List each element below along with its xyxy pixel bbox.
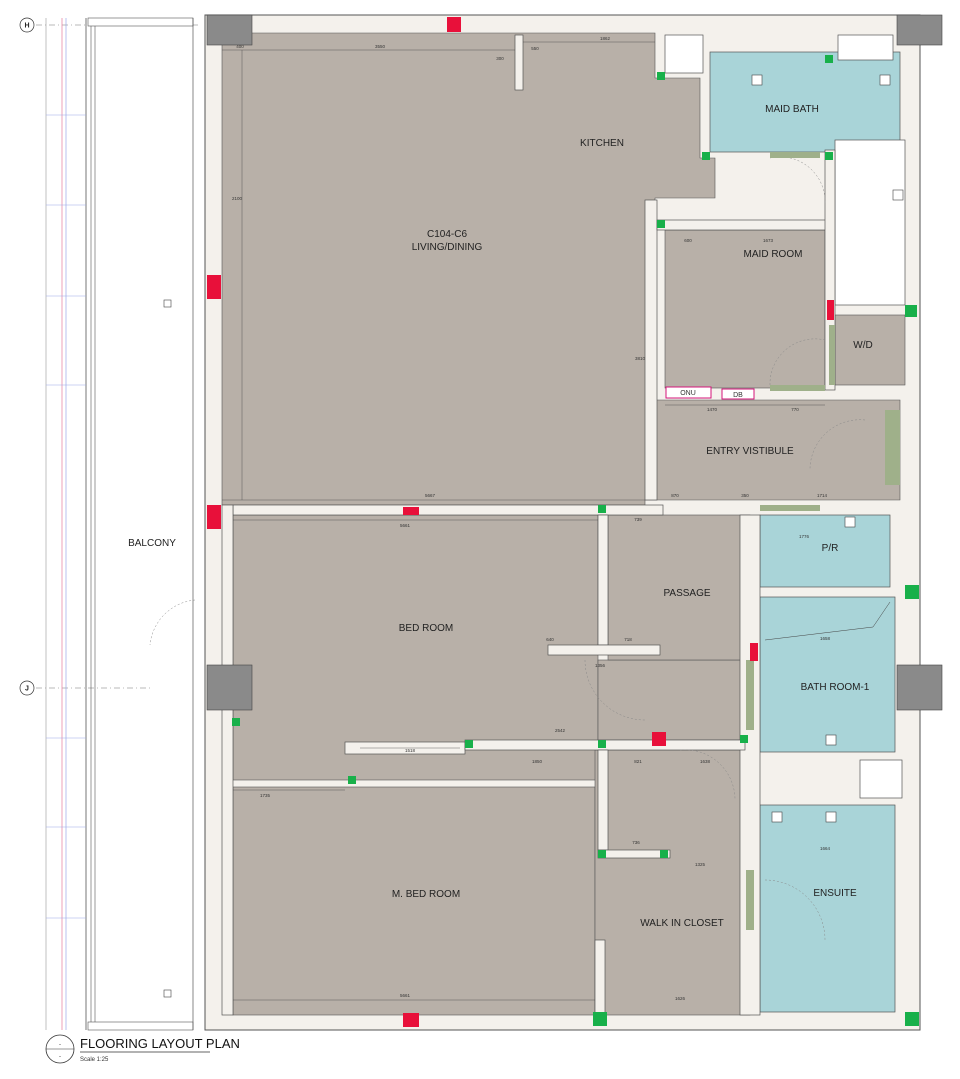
svg-text:-: - (59, 1054, 61, 1060)
svg-text:1850: 1850 (532, 759, 543, 764)
onu-tag: ONU (665, 386, 712, 399)
maid-bath-floor (709, 51, 901, 153)
bath1-floor (759, 596, 896, 753)
svg-text:736: 736 (632, 840, 640, 845)
svg-text:3550: 3550 (375, 44, 386, 49)
svg-text:1356: 1356 (595, 663, 606, 668)
wic-floor (594, 749, 751, 1016)
m-bed-room-floor (232, 786, 596, 1016)
label-maid-bath: MAID BATH (765, 104, 819, 115)
svg-text:550: 550 (531, 46, 539, 51)
label-wd: W/D (853, 340, 872, 351)
svg-text:1626: 1626 (675, 996, 686, 1001)
svg-text:870: 870 (671, 493, 679, 498)
svg-text:5661: 5661 (400, 993, 411, 998)
label-walk-in-closet: WALK IN CLOSET (640, 918, 724, 929)
svg-text:-: - (59, 1042, 61, 1048)
svg-text:2100: 2100 (232, 196, 243, 201)
db-tag: DB (721, 388, 755, 400)
svg-text:2542: 2542 (555, 728, 566, 733)
balcony-edge (45, 17, 194, 1031)
label-bed-room: BED ROOM (399, 623, 453, 634)
svg-text:H: H (24, 23, 29, 30)
ensuite-floor (759, 804, 896, 1013)
label-balcony: BALCONY (128, 538, 176, 549)
svg-text:1325: 1325 (695, 862, 706, 867)
svg-text:1862: 1862 (600, 36, 611, 41)
label-passage: PASSAGE (663, 588, 710, 599)
grid-lines (36, 24, 200, 689)
svg-text:5667: 5667 (425, 493, 436, 498)
svg-text:770: 770 (791, 407, 799, 412)
title-block: - - FLOORING LAYOUT PLAN Scale 1:25 (45, 1034, 240, 1064)
label-m-bed-room: M. BED ROOM (392, 889, 460, 900)
label-bath1: BATH ROOM-1 (801, 682, 870, 693)
floor-plan-drawing: H J ONU DB 400 3550 1862 300 550 5667 87… (19, 14, 943, 1064)
grid-bubble-h: H (19, 17, 35, 33)
label-living-code: C104-C6 (427, 229, 467, 240)
svg-text:1735: 1735 (260, 793, 271, 798)
plan-title: FLOORING LAYOUT PLAN (80, 1036, 240, 1051)
svg-text:1664: 1664 (820, 846, 831, 851)
svg-text:1776: 1776 (799, 534, 810, 539)
svg-text:600: 600 (684, 238, 692, 243)
svg-text:1518: 1518 (405, 748, 416, 753)
label-entry: ENTRY VISTIBULE (706, 446, 794, 457)
plan-scale: Scale 1:25 (80, 1057, 109, 1063)
svg-text:1673: 1673 (763, 238, 774, 243)
svg-text:1470: 1470 (707, 407, 718, 412)
grid-bubble-j: J (19, 680, 35, 696)
label-ensuite: ENSUITE (813, 888, 857, 899)
svg-text:400: 400 (236, 44, 244, 49)
svg-text:ONU: ONU (680, 390, 696, 397)
svg-text:5661: 5661 (400, 523, 411, 528)
svg-text:DB: DB (733, 392, 743, 399)
svg-text:J: J (25, 686, 29, 693)
svg-text:640: 640 (546, 637, 554, 642)
svg-text:1714: 1714 (817, 493, 828, 498)
label-living-dining: LIVING/DINING (412, 242, 483, 253)
svg-text:718: 718 (624, 637, 632, 642)
svg-text:739: 739 (634, 517, 642, 522)
label-pr: P/R (822, 543, 839, 554)
svg-text:1658: 1658 (820, 636, 831, 641)
svg-text:350: 350 (741, 493, 749, 498)
svg-text:300: 300 (496, 56, 504, 61)
svg-text:1638: 1638 (700, 759, 711, 764)
svg-text:821: 821 (634, 759, 642, 764)
label-kitchen: KITCHEN (580, 138, 624, 149)
bed-room-lower-floor (597, 659, 747, 741)
label-maid-room: MAID ROOM (744, 249, 803, 260)
svg-text:3810: 3810 (635, 356, 646, 361)
